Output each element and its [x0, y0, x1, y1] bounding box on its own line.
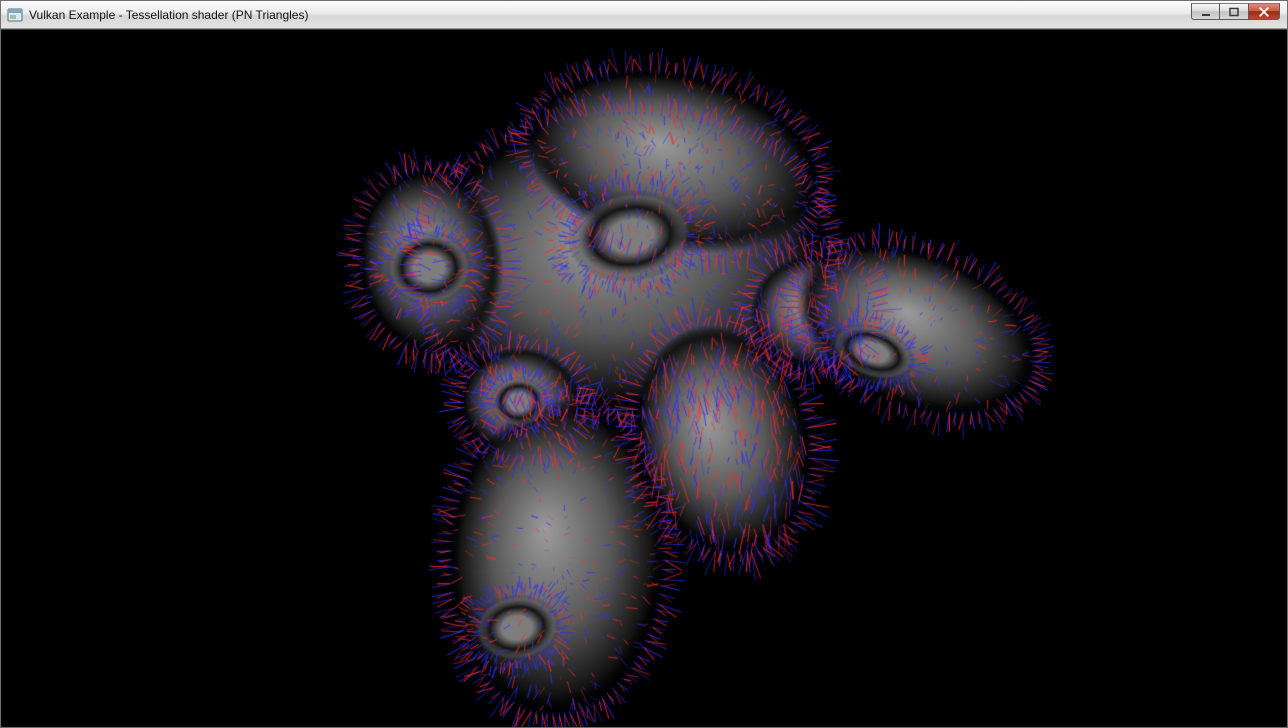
viewport — [1, 29, 1287, 727]
minimize-icon — [1200, 7, 1212, 17]
window-title: Vulkan Example - Tessellation shader (PN… — [29, 1, 308, 29]
render-canvas[interactable] — [1, 30, 1287, 727]
titlebar[interactable]: Vulkan Example - Tessellation shader (PN… — [1, 1, 1287, 29]
maximize-button[interactable] — [1220, 3, 1249, 20]
maximize-icon — [1228, 7, 1240, 17]
close-button[interactable] — [1249, 3, 1280, 20]
minimize-button[interactable] — [1191, 3, 1220, 20]
app-icon — [7, 7, 23, 23]
close-icon — [1258, 7, 1270, 17]
app-window: Vulkan Example - Tessellation shader (PN… — [0, 0, 1288, 728]
window-controls — [1191, 3, 1280, 20]
